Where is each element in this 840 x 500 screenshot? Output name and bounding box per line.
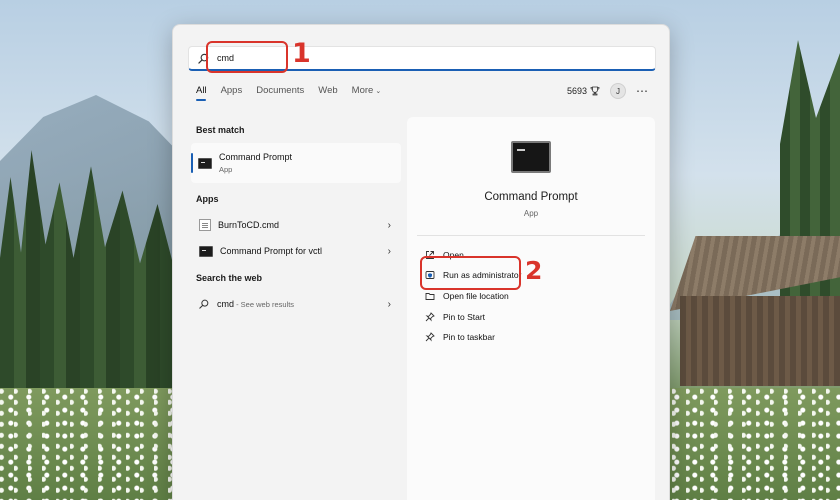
action-pin-to-start[interactable]: Pin to Start bbox=[425, 309, 485, 325]
step-2-highlight bbox=[420, 256, 521, 290]
tab-more-label: More bbox=[351, 85, 374, 96]
best-match-name: Command Prompt bbox=[219, 152, 293, 162]
cmd-file-icon bbox=[199, 219, 211, 231]
step-1-number: 1 bbox=[292, 38, 311, 69]
web-query: cmd bbox=[217, 299, 235, 309]
pin-icon bbox=[425, 332, 435, 342]
action-label: Pin to Start bbox=[443, 312, 486, 322]
chevron-right-icon[interactable]: › bbox=[388, 246, 391, 257]
tab-more[interactable]: More ⌄ bbox=[352, 85, 382, 101]
web-result-item[interactable]: cmd - See web results › bbox=[191, 292, 401, 316]
preview-divider bbox=[417, 235, 645, 236]
tab-all[interactable]: All bbox=[196, 85, 207, 101]
app-name: Command Prompt for vctl bbox=[220, 246, 323, 256]
chevron-down-icon: ⌄ bbox=[375, 88, 382, 95]
folder-icon bbox=[425, 293, 435, 300]
rewards-points-value: 5693 bbox=[566, 86, 587, 96]
command-prompt-icon bbox=[199, 245, 213, 257]
wallpaper-barn bbox=[670, 236, 840, 386]
header-actions: 5693 J ⋯ bbox=[567, 83, 649, 99]
command-prompt-icon bbox=[198, 157, 212, 169]
search-icon bbox=[199, 299, 209, 309]
barn-wall bbox=[680, 296, 840, 386]
list-item[interactable]: BurnToCD.cmd › bbox=[191, 213, 401, 237]
action-open-file-location[interactable]: Open file location bbox=[425, 288, 509, 304]
more-options-icon[interactable]: ⋯ bbox=[636, 85, 649, 97]
best-match-item[interactable]: Command Prompt App bbox=[191, 143, 401, 183]
tab-apps[interactable]: Apps bbox=[221, 85, 243, 101]
chevron-right-icon[interactable]: › bbox=[388, 220, 391, 231]
preview-subtitle: App bbox=[523, 209, 539, 218]
web-suffix: - See web results bbox=[234, 300, 295, 309]
step-1-highlight bbox=[206, 41, 288, 73]
list-item[interactable]: Command Prompt for vctl › bbox=[191, 239, 401, 263]
tab-documents[interactable]: Documents bbox=[256, 85, 304, 101]
command-prompt-large-icon bbox=[511, 141, 551, 173]
trophy-icon bbox=[590, 86, 600, 96]
avatar[interactable]: J bbox=[610, 83, 626, 99]
action-label: Open file location bbox=[443, 291, 509, 301]
action-pin-to-taskbar[interactable]: Pin to taskbar bbox=[425, 329, 495, 345]
preview-title: Command Prompt bbox=[484, 191, 578, 203]
step-2-number: 2 bbox=[525, 256, 543, 285]
search-web-heading: Search the web bbox=[196, 273, 263, 283]
rewards-points[interactable]: 5693 bbox=[567, 86, 600, 96]
app-name: BurnToCD.cmd bbox=[218, 220, 280, 230]
apps-heading: Apps bbox=[196, 194, 219, 204]
chevron-right-icon[interactable]: › bbox=[388, 299, 391, 310]
tab-web[interactable]: Web bbox=[318, 85, 337, 101]
pin-icon bbox=[425, 312, 435, 322]
best-match-type: App bbox=[219, 165, 233, 174]
action-label: Pin to taskbar bbox=[443, 332, 495, 342]
preview-pane: Command Prompt App Open Run as administr… bbox=[407, 117, 655, 500]
best-match-heading: Best match bbox=[196, 125, 245, 135]
search-tabs: All Apps Documents Web More ⌄ bbox=[196, 85, 395, 101]
